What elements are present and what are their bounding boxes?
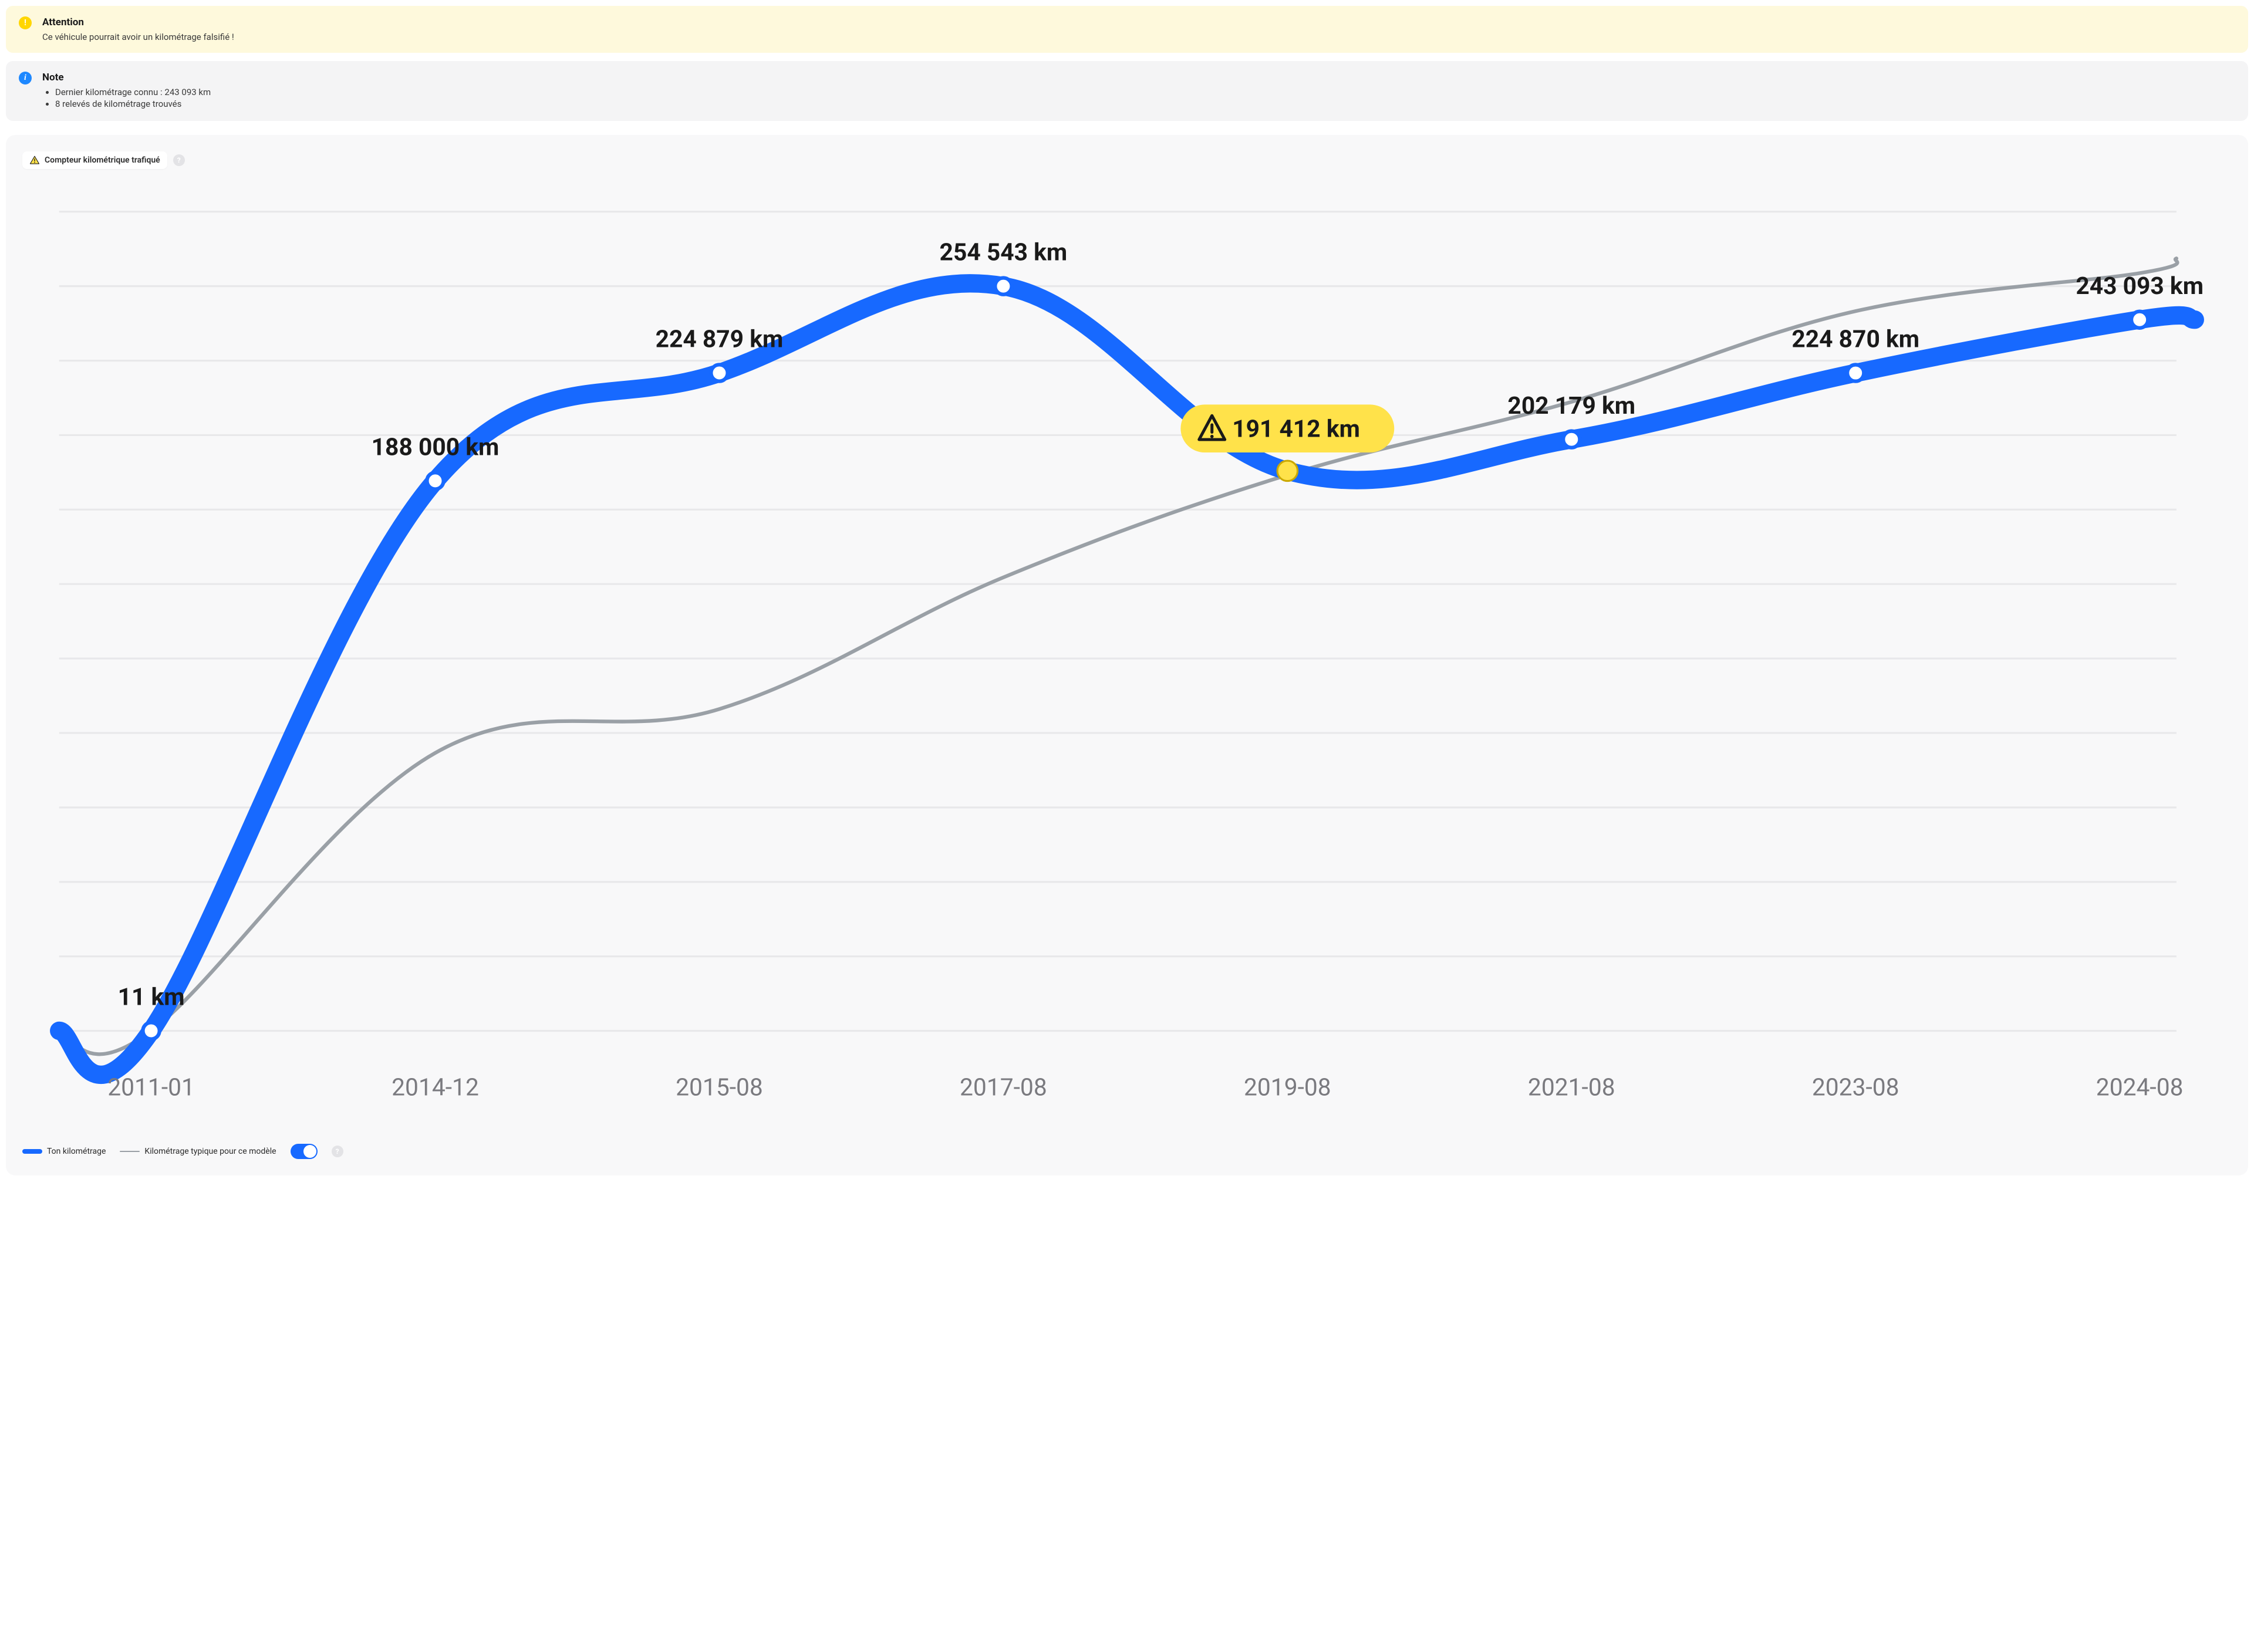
note-item: Dernier kilométrage connu : 243 093 km bbox=[55, 87, 2235, 97]
note-list: Dernier kilométrage connu : 243 093 km 8… bbox=[42, 87, 2235, 109]
warning-body: Attention Ce véhicule pourrait avoir un … bbox=[42, 16, 2235, 42]
toggle-knob bbox=[303, 1145, 316, 1158]
legend-typical-mileage: Kilométrage typique pour ce modèle bbox=[120, 1147, 276, 1156]
x-tick-label: 2021-08 bbox=[1528, 1073, 1615, 1101]
x-tick-label: 2011-01 bbox=[107, 1073, 195, 1101]
mileage-point-label: 254 543 km bbox=[940, 238, 1068, 266]
note-item: 8 relevés de kilométrage trouvés bbox=[55, 99, 2235, 109]
chart-svg: 11 km 188 000 km 224 879 km 254 543 km 191 4… bbox=[22, 175, 2232, 1132]
x-tick-label: 2024-08 bbox=[2096, 1073, 2184, 1101]
tamper-badge: Compteur kilométrique trafiqué bbox=[22, 151, 167, 169]
x-tick-label: 2017-08 bbox=[960, 1073, 1047, 1101]
note-title: Note bbox=[42, 72, 2235, 83]
legend-typical-label: Kilométrage typique pour ce modèle bbox=[144, 1147, 276, 1156]
warning-icon: ! bbox=[19, 16, 32, 29]
x-tick-label: 2014-12 bbox=[392, 1073, 479, 1101]
anomaly-point bbox=[1277, 461, 1298, 481]
chart-card: Compteur kilométrique trafiqué ? 11 km 18… bbox=[6, 135, 2248, 1175]
mileage-point-label: 188 000 km bbox=[372, 433, 500, 461]
mileage-point bbox=[1847, 364, 1864, 381]
warning-title: Attention bbox=[42, 16, 2235, 28]
legend-swatch-blue bbox=[22, 1149, 42, 1154]
mileage-point bbox=[711, 364, 727, 381]
warning-text: Ce véhicule pourrait avoir un kilométrag… bbox=[42, 32, 2235, 42]
mileage-point bbox=[1563, 431, 1580, 448]
x-tick-label: 2023-08 bbox=[1812, 1073, 1899, 1101]
help-icon[interactable]: ? bbox=[173, 154, 185, 166]
legend-your-mileage: Ton kilométrage bbox=[22, 1147, 106, 1156]
info-icon: i bbox=[19, 72, 32, 85]
typical-toggle[interactable] bbox=[291, 1144, 318, 1159]
anomaly-label: 191 412 km bbox=[1232, 414, 1360, 442]
mileage-point bbox=[995, 278, 1011, 295]
mileage-point-label: 243 093 km bbox=[2076, 272, 2204, 300]
mileage-point-label: 202 179 km bbox=[1507, 391, 1635, 420]
x-tick-label: 2019-08 bbox=[1244, 1073, 1331, 1101]
note-banner: i Note Dernier kilométrage connu : 243 0… bbox=[6, 61, 2248, 121]
mileage-point-label: 224 879 km bbox=[656, 325, 784, 353]
help-icon[interactable]: ? bbox=[332, 1146, 343, 1157]
mileage-point bbox=[2131, 312, 2148, 328]
mileage-point bbox=[143, 1022, 159, 1039]
badge-row: Compteur kilométrique trafiqué ? bbox=[22, 151, 2232, 169]
legend-row: Ton kilométrage Kilométrage typique pour… bbox=[22, 1144, 2232, 1159]
tamper-badge-label: Compteur kilométrique trafiqué bbox=[45, 156, 160, 165]
mileage-point-label: 11 km bbox=[118, 983, 185, 1011]
legend-swatch-gray bbox=[120, 1151, 140, 1152]
mileage-point bbox=[427, 472, 443, 489]
mileage-point-label: 224 870 km bbox=[1791, 325, 1919, 353]
x-tick-label: 2015-08 bbox=[676, 1073, 763, 1101]
mileage-chart: 11 km 188 000 km 224 879 km 254 543 km 191 4… bbox=[22, 175, 2232, 1132]
warning-triangle-icon bbox=[29, 155, 40, 165]
note-body: Note Dernier kilométrage connu : 243 093… bbox=[42, 72, 2235, 110]
warning-banner: ! Attention Ce véhicule pourrait avoir u… bbox=[6, 6, 2248, 53]
legend-your-label: Ton kilométrage bbox=[47, 1147, 106, 1156]
